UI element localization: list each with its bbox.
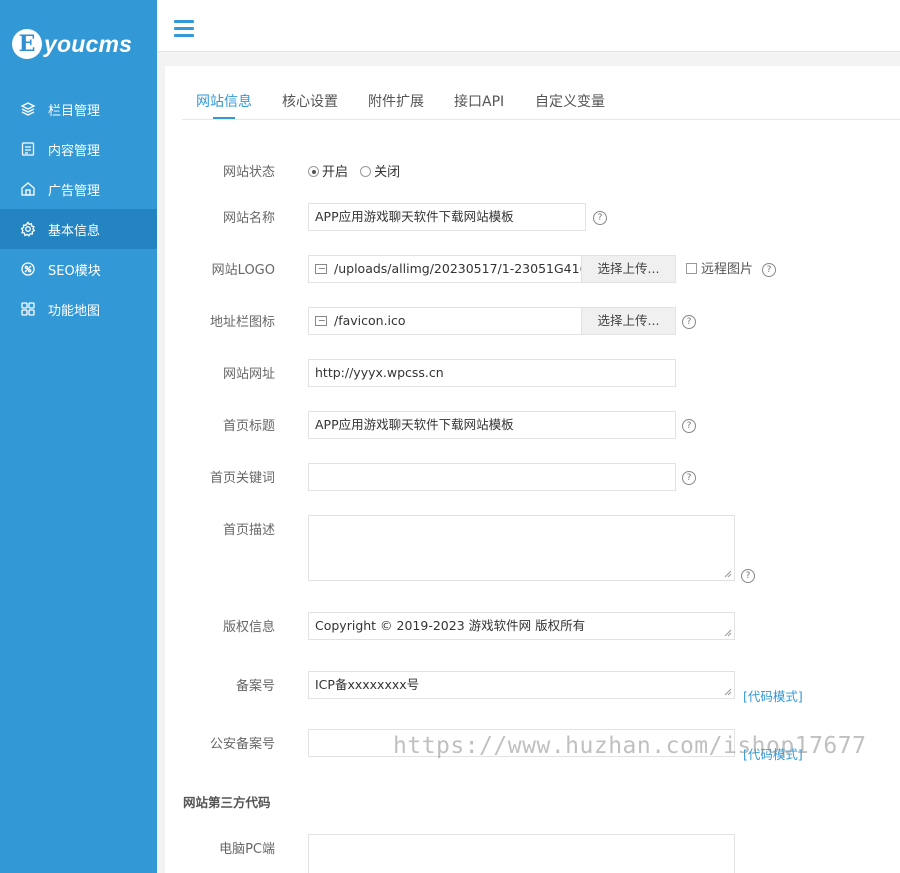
sidebar-item-label: 功能地图 (48, 303, 101, 319)
status-on-option[interactable]: 开启 (308, 165, 348, 180)
police-code-mode-link[interactable]: [代码模式] (743, 744, 803, 763)
home-icon (20, 181, 36, 197)
resize-handle-icon[interactable] (724, 570, 732, 578)
active-tab-indicator (213, 117, 235, 119)
third-party-code-title: 网站第三方代码 (183, 795, 271, 810)
sidebar-item-content[interactable]: 内容管理 (0, 129, 157, 169)
favicon-upload-button[interactable]: 选择上传... (581, 308, 675, 334)
help-icon[interactable]: ? (682, 471, 696, 485)
logo-path-input[interactable]: /uploads/allimg/20230517/1-23051G416 选择上… (308, 255, 676, 283)
layers-icon (20, 101, 36, 117)
sidebar: E youcms 栏目管理 内容管理 广告管理 基本信息 SEO模块 功能地图 (0, 0, 157, 873)
sidebar-item-basic-info[interactable]: 基本信息 (0, 209, 157, 249)
pc-code-textarea[interactable] (308, 834, 735, 873)
police-record-textarea[interactable] (308, 729, 735, 757)
tab-attachment[interactable]: 附件扩展 (368, 91, 424, 111)
field-label: 地址栏图标 (209, 315, 275, 330)
image-icon (315, 316, 327, 326)
field-label: 备案号 (235, 679, 275, 694)
field-label: 网站网址 (222, 367, 275, 382)
checkbox-icon (686, 263, 697, 274)
site-name-input[interactable]: APP应用游戏聊天软件下载网站模板 (308, 203, 586, 231)
tab-api[interactable]: 接口API (454, 91, 504, 111)
status-radio-group: 开启 关闭 (308, 161, 400, 180)
resize-handle-icon[interactable] (724, 629, 732, 637)
status-off-option[interactable]: 关闭 (360, 165, 400, 180)
help-icon[interactable]: ? (682, 419, 696, 433)
tab-core-settings[interactable]: 核心设置 (282, 91, 338, 111)
sidebar-item-columns[interactable]: 栏目管理 (0, 89, 157, 129)
logo-text: youcms (44, 30, 133, 57)
sidebar-item-label: SEO模块 (48, 263, 101, 279)
field-label: 首页关键词 (209, 471, 275, 486)
tab-site-info[interactable]: 网站信息 (196, 91, 252, 111)
radio-checked-icon (308, 166, 319, 177)
field-label: 网站状态 (222, 165, 275, 180)
menu-toggle-icon[interactable] (174, 20, 194, 37)
field-label: 网站LOGO (211, 263, 275, 278)
grid-icon (20, 301, 36, 317)
field-label: 首页描述 (222, 523, 275, 538)
sidebar-nav: 栏目管理 内容管理 广告管理 基本信息 SEO模块 功能地图 (0, 89, 157, 329)
field-label: 电脑PC端 (219, 842, 275, 857)
document-icon (20, 141, 36, 157)
help-icon[interactable]: ? (762, 263, 776, 277)
settings-panel: 网站信息 核心设置 附件扩展 接口API 自定义变量 网站状态 开启 关闭 网站… (165, 66, 900, 873)
seo-icon (20, 261, 36, 277)
field-label: 公安备案号 (209, 737, 275, 752)
home-description-textarea[interactable] (308, 515, 735, 581)
icp-textarea[interactable]: ICP备xxxxxxxx号 (308, 671, 735, 699)
copyright-textarea[interactable]: Copyright © 2019-2023 游戏软件网 版权所有 (308, 612, 735, 640)
sidebar-item-label: 基本信息 (48, 223, 101, 239)
home-keywords-input[interactable] (308, 463, 676, 491)
favicon-path-input[interactable]: /favicon.ico 选择上传... (308, 307, 676, 335)
tab-bar: 网站信息 核心设置 附件扩展 接口API 自定义变量 (182, 66, 900, 120)
help-icon[interactable]: ? (682, 315, 696, 329)
top-header (157, 0, 900, 52)
sidebar-item-ads[interactable]: 广告管理 (0, 169, 157, 209)
field-label: 首页标题 (222, 419, 275, 434)
image-icon (315, 264, 327, 274)
home-title-input[interactable]: APP应用游戏聊天软件下载网站模板 (308, 411, 676, 439)
icp-code-mode-link[interactable]: [代码模式] (743, 686, 803, 705)
field-label: 版权信息 (222, 620, 275, 635)
tab-custom-vars[interactable]: 自定义变量 (535, 91, 605, 111)
help-icon[interactable]: ? (593, 211, 607, 225)
field-label: 网站名称 (222, 211, 275, 226)
logo-upload-button[interactable]: 选择上传... (581, 256, 675, 282)
logo[interactable]: E youcms (12, 24, 132, 64)
sidebar-item-feature-map[interactable]: 功能地图 (0, 289, 157, 329)
sidebar-item-label: 广告管理 (48, 183, 101, 199)
logo-mark: E (12, 29, 42, 59)
site-url-input[interactable]: http://yyyx.wpcss.cn (308, 359, 676, 387)
sidebar-item-label: 内容管理 (48, 143, 101, 159)
sidebar-item-label: 栏目管理 (48, 103, 101, 119)
remote-image-checkbox[interactable]: 远程图片 (686, 258, 753, 277)
radio-empty-icon (360, 166, 372, 177)
help-icon[interactable]: ? (741, 569, 755, 583)
sidebar-item-seo[interactable]: SEO模块 (0, 249, 157, 289)
gear-icon (20, 221, 36, 237)
resize-handle-icon[interactable] (724, 688, 732, 696)
